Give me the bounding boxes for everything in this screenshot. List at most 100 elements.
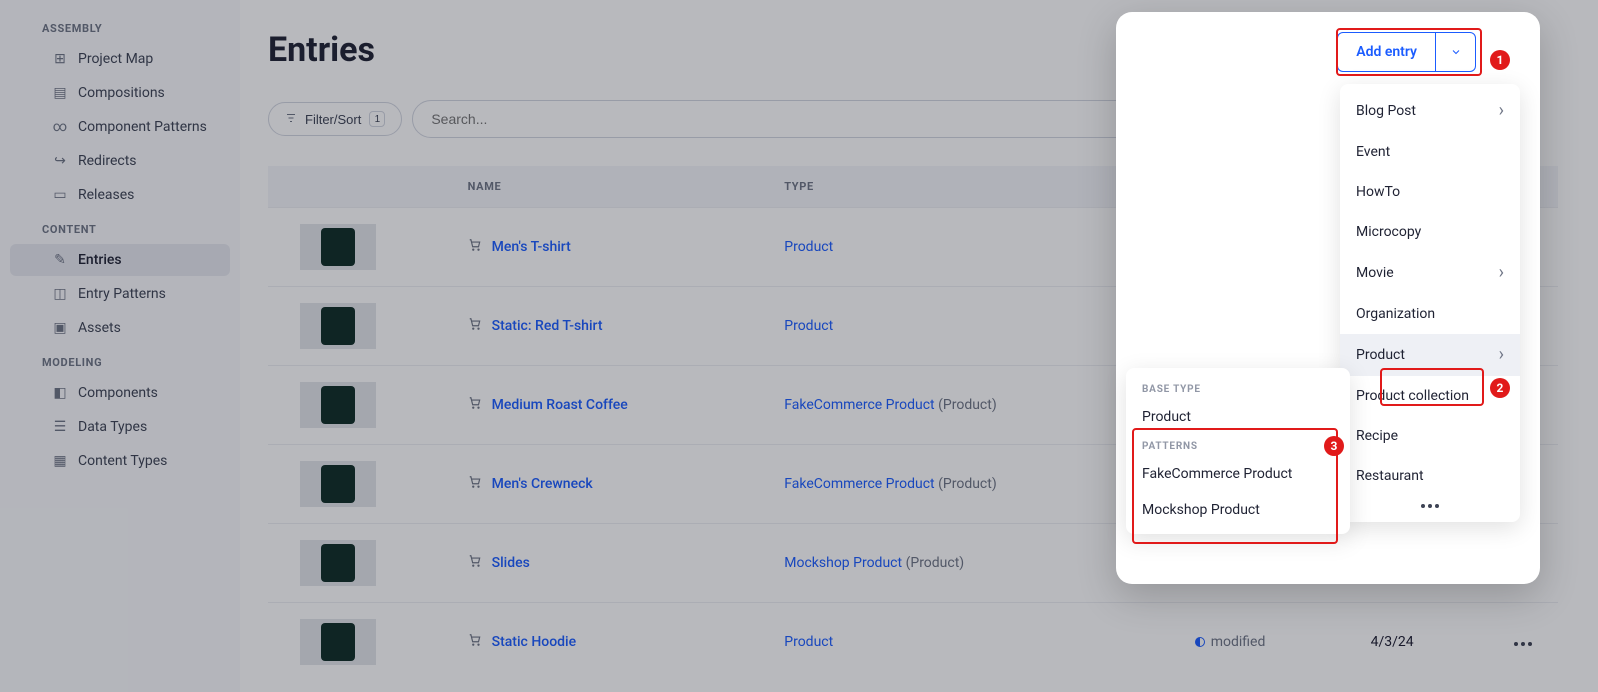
dropdown-item[interactable]: Product xyxy=(1340,334,1520,376)
sidebar-item-assets[interactable]: ▣ Assets xyxy=(10,312,230,344)
cart-icon xyxy=(468,554,482,572)
sidebar-item-project-map[interactable]: ⊞ Project Map xyxy=(10,43,230,75)
grid-icon: ▦ xyxy=(52,453,68,469)
dropdown-item[interactable]: Restaurant xyxy=(1340,456,1520,496)
dropdown-item[interactable]: Organization xyxy=(1340,294,1520,334)
chevron-right-icon xyxy=(1499,264,1504,282)
entry-type-link[interactable]: Product xyxy=(784,634,833,650)
status-dot-icon xyxy=(1195,637,1205,647)
dropdown-item-label: Movie xyxy=(1356,265,1394,281)
sidebar-item-label: Releases xyxy=(78,187,134,203)
cart-icon xyxy=(468,475,482,493)
sidebar-item-label: Entry Patterns xyxy=(78,286,166,302)
entry-thumbnail xyxy=(300,619,376,665)
list-icon: ☰ xyxy=(52,419,68,435)
dropdown-item-label: Blog Post xyxy=(1356,103,1416,119)
chevron-right-icon xyxy=(1499,346,1504,364)
filter-sort-button[interactable]: Filter/Sort 1 xyxy=(268,102,402,136)
filter-label: Filter/Sort xyxy=(305,112,361,127)
add-entry-button[interactable]: Add entry xyxy=(1337,32,1476,72)
calendar-icon: ▭ xyxy=(52,187,68,203)
add-entry-label[interactable]: Add entry xyxy=(1338,33,1435,71)
add-entry-popover: Add entry Blog Post Event HowTo Microcopy Mo… xyxy=(1116,12,1540,584)
layers-icon: ▤ xyxy=(52,85,68,101)
dropdown-item[interactable]: Blog Post xyxy=(1340,90,1520,132)
filter-count-badge: 1 xyxy=(369,111,385,127)
pattern-icon: ◫ xyxy=(52,286,68,302)
sidebar: ASSEMBLY ⊞ Project Map ▤ Compositions ∞ … xyxy=(0,0,240,692)
entry-type-link[interactable]: FakeCommerce Product xyxy=(784,397,934,413)
dropdown-item-label: Restaurant xyxy=(1356,468,1424,484)
sidebar-item-label: Component Patterns xyxy=(78,119,207,135)
dropdown-item[interactable]: Movie xyxy=(1340,252,1520,294)
dropdown-item-label: HowTo xyxy=(1356,184,1400,200)
sidebar-item-redirects[interactable]: ↪ Redirects xyxy=(10,145,230,177)
submenu-item[interactable]: Product xyxy=(1126,399,1350,435)
entry-name-link[interactable]: Slides xyxy=(492,555,530,571)
dropdown-item[interactable]: Microcopy xyxy=(1340,212,1520,252)
redirect-icon: ↪ xyxy=(52,153,68,169)
sidebar-item-components[interactable]: ◧ Components xyxy=(10,377,230,409)
dropdown-item-label: Product collection xyxy=(1356,388,1469,404)
status-text: modified xyxy=(1211,634,1266,650)
map-icon: ⊞ xyxy=(52,51,68,67)
dropdown-item[interactable]: HowTo xyxy=(1340,172,1520,212)
sidebar-item-label: Assets xyxy=(78,320,121,336)
sidebar-section-label: CONTENT xyxy=(0,213,240,242)
dropdown-item-label: Organization xyxy=(1356,306,1435,322)
cart-icon xyxy=(468,633,482,651)
col-name[interactable]: NAME xyxy=(456,166,773,208)
sidebar-section-label: ASSEMBLY xyxy=(0,12,240,41)
entry-type-link[interactable]: Product xyxy=(784,239,833,255)
dropdown-more-button[interactable] xyxy=(1421,504,1439,508)
sidebar-item-entry-patterns[interactable]: ◫ Entry Patterns xyxy=(10,278,230,310)
submenu-item[interactable]: FakeCommerce Product xyxy=(1126,456,1350,492)
dropdown-item-label: Event xyxy=(1356,144,1390,160)
cart-icon xyxy=(468,317,482,335)
sidebar-item-releases[interactable]: ▭ Releases xyxy=(10,179,230,211)
dropdown-item[interactable]: Event xyxy=(1340,132,1520,172)
cube-icon: ◧ xyxy=(52,385,68,401)
submenu-item[interactable]: Mockshop Product xyxy=(1126,492,1350,528)
dropdown-item-label: Microcopy xyxy=(1356,224,1421,240)
dropdown-item-label: Product xyxy=(1356,347,1405,363)
sidebar-item-label: Redirects xyxy=(78,153,137,169)
sidebar-item-component-patterns[interactable]: ∞ Component Patterns xyxy=(10,111,230,143)
entry-name-link[interactable]: Men's T-shirt xyxy=(492,239,571,255)
add-entry-caret[interactable] xyxy=(1435,33,1475,71)
sidebar-item-label: Compositions xyxy=(78,85,165,101)
sidebar-item-content-types[interactable]: ▦ Content Types xyxy=(10,445,230,477)
entry-thumbnail xyxy=(300,382,376,428)
entry-thumbnail xyxy=(300,540,376,586)
table-row[interactable]: Static Hoodie Product modified 4/3/24 xyxy=(268,603,1558,682)
filter-icon xyxy=(285,112,297,127)
sidebar-item-label: Project Map xyxy=(78,51,153,67)
entry-name-link[interactable]: Static Hoodie xyxy=(492,634,576,650)
entry-type-link[interactable]: Product xyxy=(784,318,833,334)
entry-type-suffix: (Product) xyxy=(935,397,997,413)
entry-name-link[interactable]: Men's Crewneck xyxy=(492,476,593,492)
sidebar-item-label: Components xyxy=(78,385,158,401)
entry-type-link[interactable]: FakeCommerce Product xyxy=(784,476,934,492)
cart-icon xyxy=(468,238,482,256)
entry-thumbnail xyxy=(300,303,376,349)
modified-date: 4/3/24 xyxy=(1359,603,1488,682)
sidebar-item-entries[interactable]: ✎ Entries xyxy=(10,244,230,276)
cart-icon xyxy=(468,396,482,414)
link-icon: ∞ xyxy=(52,119,68,135)
annotation-badge-3: 3 xyxy=(1324,436,1344,456)
sidebar-item-data-types[interactable]: ☰ Data Types xyxy=(10,411,230,443)
add-entry-submenu: BASE TYPEProductPATTERNSFakeCommerce Pro… xyxy=(1126,368,1350,534)
dropdown-item[interactable]: Recipe xyxy=(1340,416,1520,456)
entry-name-link[interactable]: Static: Red T-shirt xyxy=(492,318,603,334)
entry-type-link[interactable]: Mockshop Product xyxy=(784,555,902,571)
submenu-section-label: BASE TYPE xyxy=(1126,378,1350,399)
row-actions-button[interactable] xyxy=(1514,642,1532,646)
entry-thumbnail xyxy=(300,461,376,507)
image-icon: ▣ xyxy=(52,320,68,336)
entry-thumbnail xyxy=(300,224,376,270)
annotation-badge-2: 2 xyxy=(1490,378,1510,398)
sidebar-item-compositions[interactable]: ▤ Compositions xyxy=(10,77,230,109)
entry-name-link[interactable]: Medium Roast Coffee xyxy=(492,397,628,413)
pencil-icon: ✎ xyxy=(52,252,68,268)
